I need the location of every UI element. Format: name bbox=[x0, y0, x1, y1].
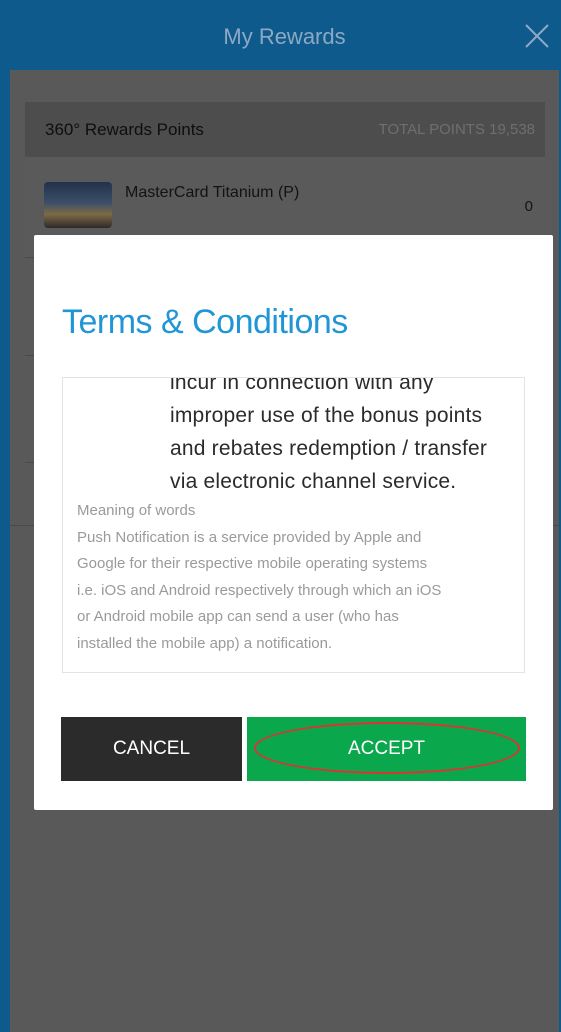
points-label: 360° Rewards Points bbox=[45, 120, 204, 139]
terms-scroll-area[interactable]: incur in connection with any improper us… bbox=[62, 377, 525, 673]
accept-button-label: ACCEPT bbox=[347, 738, 426, 759]
terms-text-line: via electronic channel service. bbox=[170, 470, 457, 493]
meaning-text-line: Push Notification is a service provided … bbox=[77, 528, 422, 546]
cancel-button[interactable]: CANCEL bbox=[61, 717, 242, 781]
terms-text-line: and rebates redemption / transfer bbox=[170, 437, 488, 460]
meaning-text-line: or Android mobile app can send a user (w… bbox=[77, 608, 399, 625]
card-name: MasterCard Titanium (P) bbox=[125, 184, 300, 201]
close-icon[interactable] bbox=[523, 22, 551, 50]
terms-text-line: incur in connection with any bbox=[170, 377, 434, 394]
meaning-heading: Meaning of words bbox=[77, 502, 196, 519]
card-image bbox=[44, 182, 112, 228]
terms-text-line: improper use of the bonus points bbox=[170, 404, 483, 427]
page-title: My Rewards bbox=[223, 24, 346, 49]
total-points: TOTAL POINTS 19,538 bbox=[378, 121, 535, 138]
terms-dialog: Terms & Conditions incur in connection w… bbox=[34, 235, 553, 810]
accept-button[interactable]: ACCEPT bbox=[247, 717, 526, 781]
meaning-of-words-section: Meaning of words Push Notification is a … bbox=[77, 498, 517, 657]
terms-text-block: incur in connection with any improper us… bbox=[170, 377, 515, 498]
dialog-title: Terms & Conditions bbox=[62, 303, 348, 341]
app-header: My Rewards bbox=[10, 0, 559, 70]
meaning-text-line: Google for their respective mobile opera… bbox=[77, 555, 428, 572]
card-points: 0 bbox=[524, 198, 533, 215]
meaning-text-line: installed the mobile app) a notification… bbox=[77, 634, 333, 652]
meaning-text-line: i.e. iOS and Android respectively throug… bbox=[77, 581, 442, 599]
points-summary-row: 360° Rewards Points TOTAL POINTS 19,538 bbox=[25, 102, 545, 157]
